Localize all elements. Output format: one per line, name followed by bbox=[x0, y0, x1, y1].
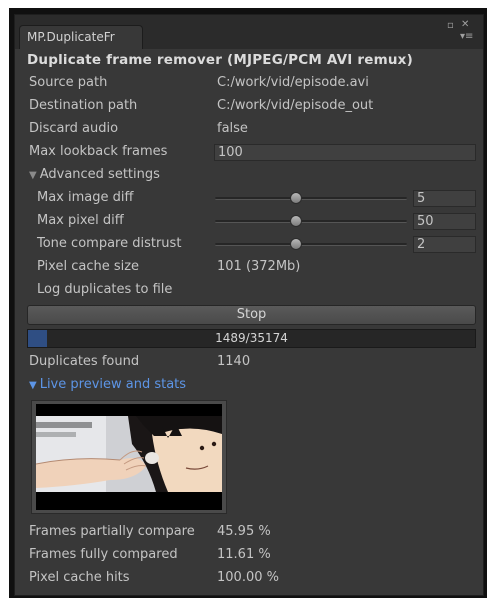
max-pixel-diff-field[interactable]: 50 bbox=[413, 213, 476, 230]
pixel-cache-size-value: 101 (372Mb) bbox=[217, 259, 301, 274]
close-icon[interactable]: ✕ bbox=[461, 20, 469, 30]
max-lookback-label: Max lookback frames bbox=[29, 144, 168, 159]
source-path-value[interactable]: C:/work/vid/episode.avi bbox=[217, 75, 369, 90]
max-pixel-diff-label: Max pixel diff bbox=[37, 213, 124, 228]
frames-fully-compared-value: 11.61 % bbox=[217, 547, 271, 562]
max-image-diff-slider-thumb[interactable] bbox=[289, 192, 302, 204]
stat-row-cache: Pixel cache hits 100.00 % bbox=[15, 568, 483, 590]
discard-audio-label: Discard audio bbox=[29, 121, 119, 136]
max-image-diff-row: Max image diff 5 bbox=[15, 188, 483, 210]
panel-title: Duplicate frame remover (MJPEG/PCM AVI r… bbox=[27, 52, 413, 68]
max-pixel-diff-slider-track[interactable] bbox=[215, 220, 407, 223]
destination-path-label: Destination path bbox=[29, 98, 138, 113]
live-preview-label: Live preview and stats bbox=[39, 377, 187, 392]
live-preview-header[interactable]: ▼ Live preview and stats bbox=[29, 377, 186, 392]
log-duplicates-label[interactable]: Log duplicates to file bbox=[37, 282, 172, 297]
max-lookback-row: Max lookback frames 100 bbox=[15, 142, 483, 164]
tone-compare-slider-track[interactable] bbox=[215, 243, 407, 246]
destination-path-value[interactable]: C:/work/vid/episode_out bbox=[217, 98, 373, 113]
source-path-row: Source path C:/work/vid/episode.avi bbox=[15, 73, 483, 95]
discard-audio-value[interactable]: false bbox=[217, 121, 248, 136]
stat-row-full: Frames fully compared 11.61 % bbox=[15, 545, 483, 567]
tone-compare-field[interactable]: 2 bbox=[413, 236, 476, 253]
pixel-cache-size-row: Pixel cache size 101 (372Mb) bbox=[15, 257, 483, 279]
preview-frame bbox=[31, 400, 227, 514]
source-path-label: Source path bbox=[29, 75, 108, 90]
menu-icon[interactable]: ▾≡ bbox=[460, 32, 473, 42]
foldout-arrow-icon: ▼ bbox=[29, 380, 37, 391]
stop-row: Stop bbox=[15, 304, 483, 326]
maximize-icon[interactable]: ▫ bbox=[447, 21, 454, 31]
destination-path-row: Destination path C:/work/vid/episode_out bbox=[15, 96, 483, 118]
advanced-settings-label: Advanced settings bbox=[39, 167, 160, 182]
stat-row-partial: Frames partially compare 45.95 % bbox=[15, 522, 483, 544]
tone-compare-row: Tone compare distrust 2 bbox=[15, 234, 483, 256]
max-image-diff-slider-track[interactable] bbox=[215, 197, 407, 200]
duplicates-found-row: Duplicates found 1140 bbox=[15, 352, 483, 374]
pixel-cache-hits-value: 100.00 % bbox=[217, 570, 279, 585]
window-controls: ▫ ✕ ▾≡ bbox=[445, 19, 475, 45]
title-row: Duplicate frame remover (MJPEG/PCM AVI r… bbox=[15, 51, 483, 73]
preview-row bbox=[15, 399, 483, 517]
frames-fully-compared-label: Frames fully compared bbox=[29, 547, 178, 562]
pixel-cache-size-label: Pixel cache size bbox=[37, 259, 140, 274]
live-preview-foldout[interactable]: ▼ Live preview and stats bbox=[15, 375, 483, 397]
log-duplicates-row: Log duplicates to file bbox=[15, 280, 483, 302]
duplicate-frame-remover-window: MP.DuplicateFr ▫ ✕ ▾≡ Duplicate frame re… bbox=[14, 14, 484, 596]
max-image-diff-field[interactable]: 5 bbox=[413, 190, 476, 207]
duplicates-found-label: Duplicates found bbox=[29, 354, 140, 369]
max-pixel-diff-row: Max pixel diff 50 bbox=[15, 211, 483, 233]
tone-compare-slider-thumb[interactable] bbox=[289, 238, 302, 250]
stop-button[interactable]: Stop bbox=[27, 305, 476, 325]
pixel-cache-hits-label: Pixel cache hits bbox=[29, 570, 130, 585]
tab-bar: MP.DuplicateFr ▫ ✕ ▾≡ bbox=[15, 15, 483, 49]
duplicates-found-value: 1140 bbox=[217, 354, 251, 369]
progress-bar: 1489/35174 bbox=[27, 329, 476, 348]
max-image-diff-label: Max image diff bbox=[37, 190, 134, 205]
max-pixel-diff-slider-thumb[interactable] bbox=[289, 215, 302, 227]
frames-partially-compared-label: Frames partially compare bbox=[29, 524, 195, 539]
max-lookback-field[interactable]: 100 bbox=[214, 144, 476, 161]
advanced-settings-header[interactable]: ▼ Advanced settings bbox=[29, 167, 160, 182]
tone-compare-distrust-label: Tone compare distrust bbox=[37, 236, 182, 251]
advanced-settings-foldout[interactable]: ▼ Advanced settings bbox=[15, 165, 483, 187]
progress-text: 1489/35174 bbox=[215, 331, 288, 345]
anime-frame-image bbox=[36, 404, 222, 510]
window-tab[interactable]: MP.DuplicateFr bbox=[19, 25, 143, 49]
frames-partially-compared-value: 45.95 % bbox=[217, 524, 271, 539]
foldout-arrow-icon: ▼ bbox=[29, 170, 37, 181]
discard-audio-row: Discard audio false bbox=[15, 119, 483, 141]
preview-image bbox=[36, 404, 222, 510]
progress-row: 1489/35174 bbox=[15, 328, 483, 350]
